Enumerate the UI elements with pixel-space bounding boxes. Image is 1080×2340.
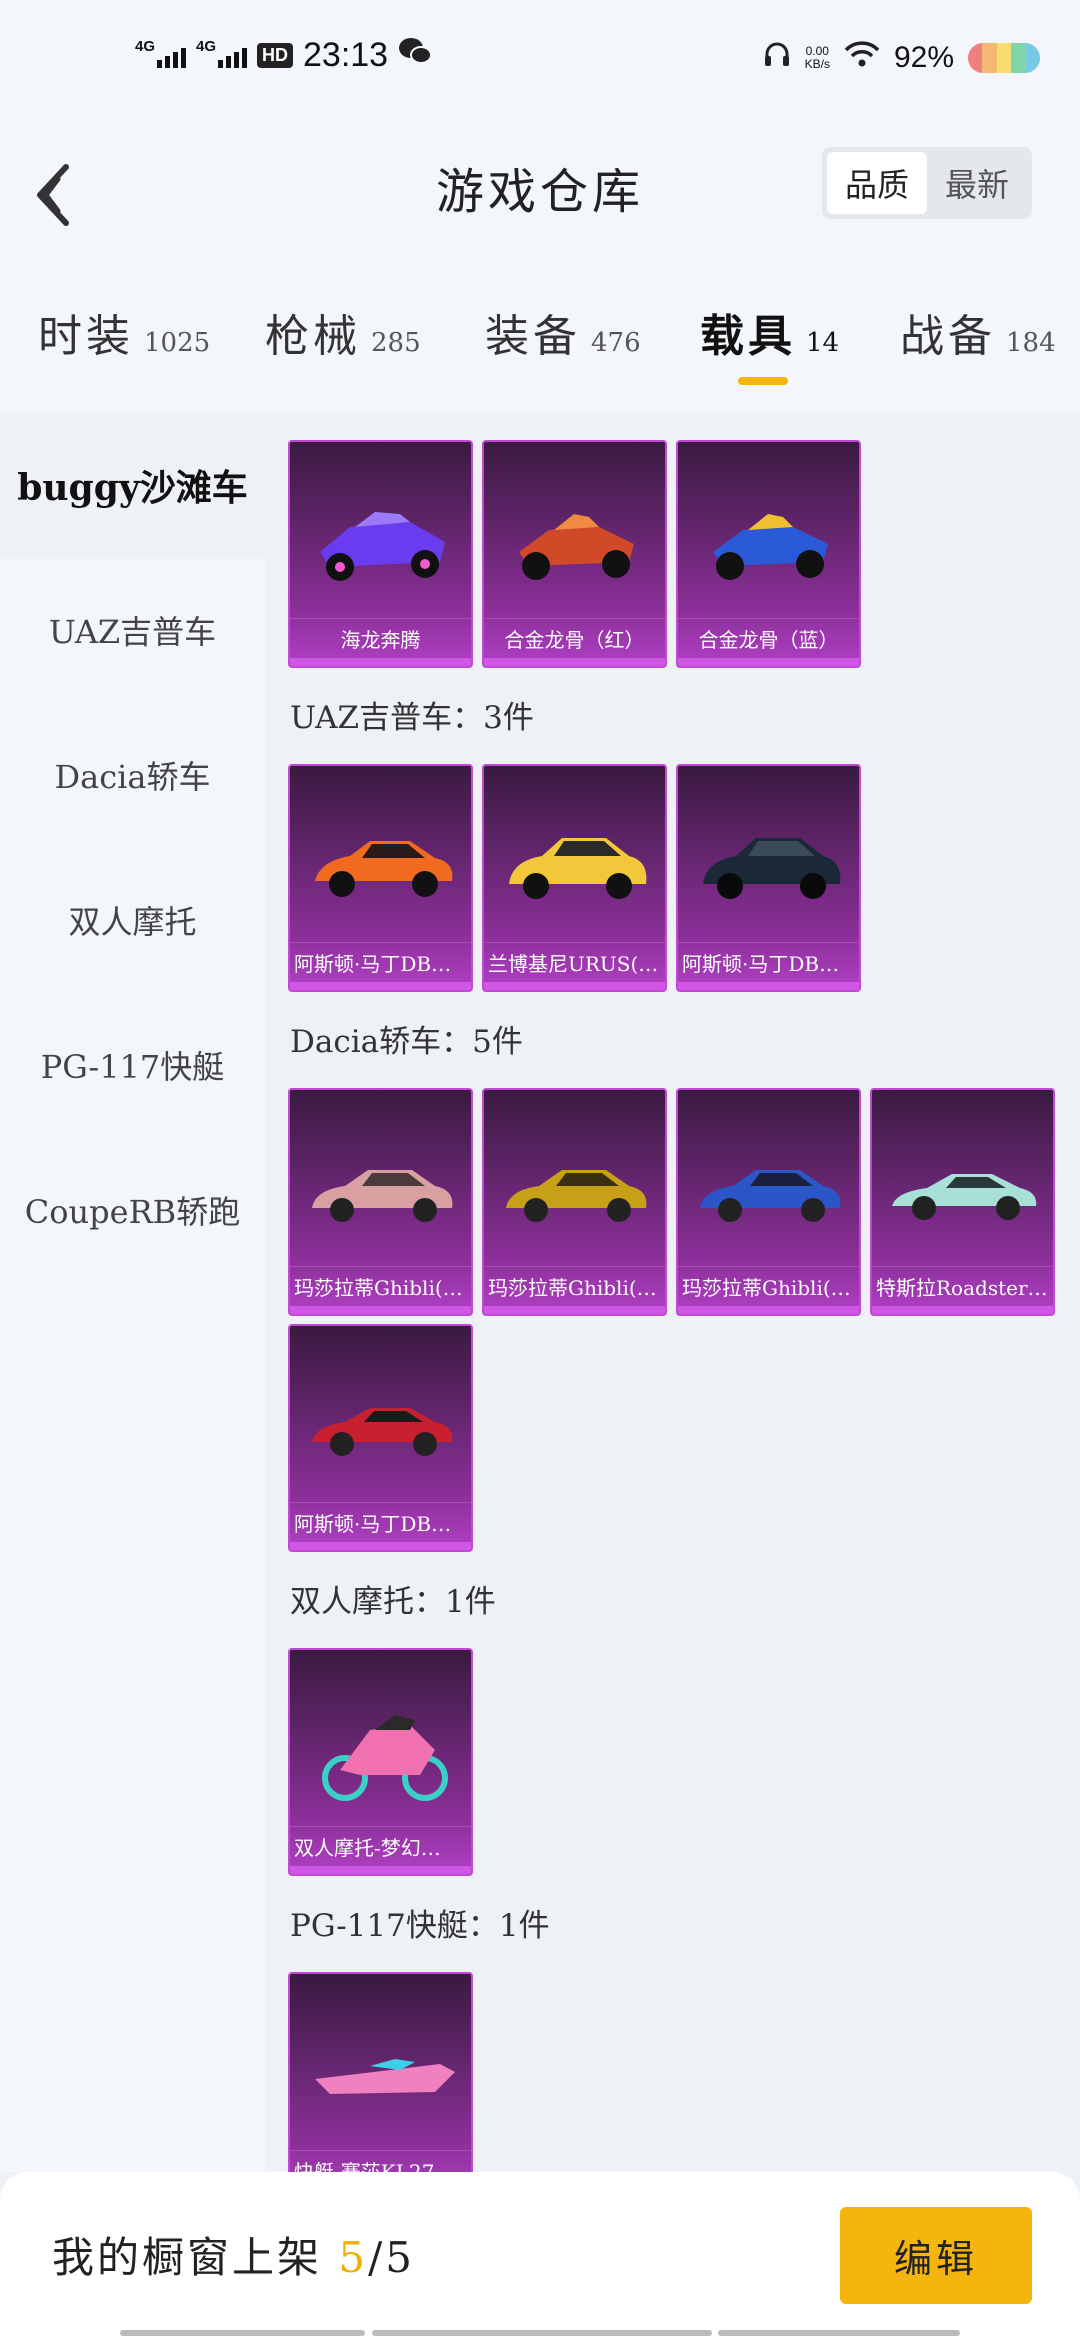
sidebar-item-dacia[interactable]: Dacia轿车 <box>0 702 265 847</box>
network-type-label-2: 4G <box>196 37 217 55</box>
sort-newest-button[interactable]: 最新 <box>927 152 1027 214</box>
nav-gesture-bar <box>372 2330 712 2336</box>
tab-count: 14 <box>806 328 840 358</box>
sort-quality-button[interactable]: 品质 <box>827 152 927 214</box>
tab-count: 285 <box>371 328 421 358</box>
tab-weapons[interactable]: 枪械 285 <box>265 300 421 364</box>
vehicle-name: 玛莎拉蒂Ghibli(… <box>678 1266 859 1306</box>
sidebar-item-buggy[interactable]: buggy沙滩车 <box>0 412 265 557</box>
car-image <box>315 841 453 897</box>
showcase-label: 我的橱窗上架 <box>52 2233 323 2282</box>
vehicle-card[interactable]: 玛莎拉蒂Ghibli(… <box>676 1088 861 1316</box>
car-image <box>312 1170 453 1222</box>
tab-count: 476 <box>591 328 641 358</box>
wechat-icon <box>398 36 433 75</box>
tab-count: 1025 <box>144 328 211 358</box>
section-title-dacia: Dacia轿车：5件 <box>290 1024 523 1060</box>
sort-toggle: 品质 最新 <box>822 147 1032 219</box>
vehicle-name: 合金龙骨（蓝） <box>678 618 859 658</box>
tab-count: 184 <box>1006 328 1056 358</box>
active-tab-indicator <box>738 377 788 385</box>
vehicle-card[interactable]: 合金龙骨（红） <box>482 440 667 668</box>
vehicle-card[interactable]: 合金龙骨（蓝） <box>676 440 861 668</box>
showcase-total: /5 <box>368 2233 415 2282</box>
buggy-image <box>320 512 445 581</box>
car-image <box>892 1174 1037 1220</box>
tab-label: 载具 <box>700 311 796 362</box>
edit-button[interactable]: 编辑 <box>840 2207 1032 2304</box>
status-left: 4G 4G HD 23:13 <box>135 36 433 75</box>
vehicle-card[interactable]: 特斯拉Roadster… <box>870 1088 1055 1316</box>
tab-fashion[interactable]: 时装 1025 <box>38 300 210 364</box>
tab-supplies[interactable]: 战备 184 <box>900 300 1056 364</box>
battery-icon <box>968 43 1040 73</box>
network-type-label: 4G <box>135 37 156 55</box>
vehicle-grid: 海龙奔腾 合金龙骨（红） 合金龙骨（蓝） UAZ吉普车：3件 阿斯顿·马丁DB… <box>265 412 1080 2172</box>
vehicle-card[interactable]: 阿斯顿·马丁DB… <box>288 1324 473 1552</box>
boat-image <box>315 2059 455 2094</box>
status-bar: 4G 4G HD 23:13 0.00 KB/s 92% <box>0 0 1080 120</box>
tab-label: 装备 <box>485 311 581 362</box>
cell-signal-icon: 4G <box>135 38 186 68</box>
app-header: 游戏仓库 品质 最新 <box>0 120 1080 270</box>
vehicle-card[interactable]: 玛莎拉蒂Ghibli(… <box>482 1088 667 1316</box>
car-image <box>509 838 647 899</box>
wifi-icon <box>844 40 880 76</box>
car-image <box>312 1408 453 1456</box>
tab-equipment[interactable]: 装备 476 <box>485 300 641 364</box>
nav-gesture-bar <box>718 2330 960 2336</box>
vehicle-card[interactable]: 快艇-赛莎KL27… <box>288 1972 473 2172</box>
hd-voice-icon: HD <box>257 43 293 68</box>
car-image <box>703 838 841 899</box>
cell-signal-icon-2: 4G <box>196 38 247 68</box>
vehicle-card[interactable]: 海龙奔腾 <box>288 440 473 668</box>
vehicle-name: 特斯拉Roadster… <box>872 1266 1053 1306</box>
battery-percent: 92% <box>893 41 954 74</box>
clock: 23:13 <box>303 36 389 74</box>
sidebar-item-boat[interactable]: PG-117快艇 <box>0 992 265 1137</box>
sidebar-item-coupe[interactable]: CoupeRB轿跑 <box>0 1137 265 1282</box>
car-image <box>700 1170 841 1222</box>
buggy-image <box>713 514 828 580</box>
tab-vehicles[interactable]: 载具 14 <box>700 300 839 364</box>
status-right: 0.00 KB/s 92% <box>763 40 1040 76</box>
network-speed-unit: KB/s <box>804 57 830 71</box>
vehicle-name: 海龙奔腾 <box>290 618 471 658</box>
vehicle-card[interactable]: 兰博基尼URUS(… <box>482 764 667 992</box>
vehicle-name: 阿斯顿·马丁DB… <box>290 1502 471 1542</box>
vehicle-name: 双人摩托-梦幻… <box>290 1826 471 1866</box>
vehicle-name: 玛莎拉蒂Ghibli(… <box>290 1266 471 1306</box>
vehicle-name: 快艇-赛莎KL27… <box>290 2150 471 2172</box>
motorcycle-image <box>322 1715 448 1801</box>
tab-label: 时装 <box>38 311 134 362</box>
vehicle-type-sidebar: buggy沙滩车 UAZ吉普车 Dacia轿车 双人摩托 PG-117快艇 Co… <box>0 412 265 2172</box>
vehicle-name: 阿斯顿·马丁DB… <box>678 942 859 982</box>
section-title-boat: PG-117快艇：1件 <box>290 1908 550 1944</box>
showcase-footer: 我的橱窗上架 5/5 编辑 <box>0 2172 1080 2340</box>
showcase-count: 5 <box>338 2233 369 2282</box>
sidebar-item-uaz[interactable]: UAZ吉普车 <box>0 557 265 702</box>
network-speed: 0.00 KB/s <box>805 45 830 71</box>
network-speed-value: 0.00 <box>805 44 829 58</box>
headphones-icon <box>763 40 791 76</box>
sidebar-item-motorcycle[interactable]: 双人摩托 <box>0 847 265 992</box>
nav-gesture-bar <box>120 2330 365 2336</box>
vehicle-name: 兰博基尼URUS(… <box>484 942 665 982</box>
vehicle-name: 阿斯顿·马丁DB… <box>290 942 471 982</box>
vehicle-name: 合金龙骨（红） <box>484 618 665 658</box>
vehicle-card[interactable]: 阿斯顿·马丁DB… <box>676 764 861 992</box>
section-title-motorcycle: 双人摩托：1件 <box>290 1584 496 1620</box>
showcase-status: 我的橱窗上架 5/5 <box>52 2224 415 2285</box>
vehicle-card[interactable]: 阿斯顿·马丁DB… <box>288 764 473 992</box>
tab-label: 枪械 <box>265 311 361 362</box>
vehicle-name: 玛莎拉蒂Ghibli(… <box>484 1266 665 1306</box>
section-title-uaz: UAZ吉普车：3件 <box>290 700 534 736</box>
tab-label: 战备 <box>900 311 996 362</box>
vehicle-card[interactable]: 双人摩托-梦幻… <box>288 1648 473 1876</box>
category-tabs: 时装 1025 枪械 285 装备 476 载具 14 战备 184 <box>0 270 1080 412</box>
buggy-image <box>519 514 634 580</box>
vehicle-card[interactable]: 玛莎拉蒂Ghibli(… <box>288 1088 473 1316</box>
car-image <box>506 1170 647 1222</box>
